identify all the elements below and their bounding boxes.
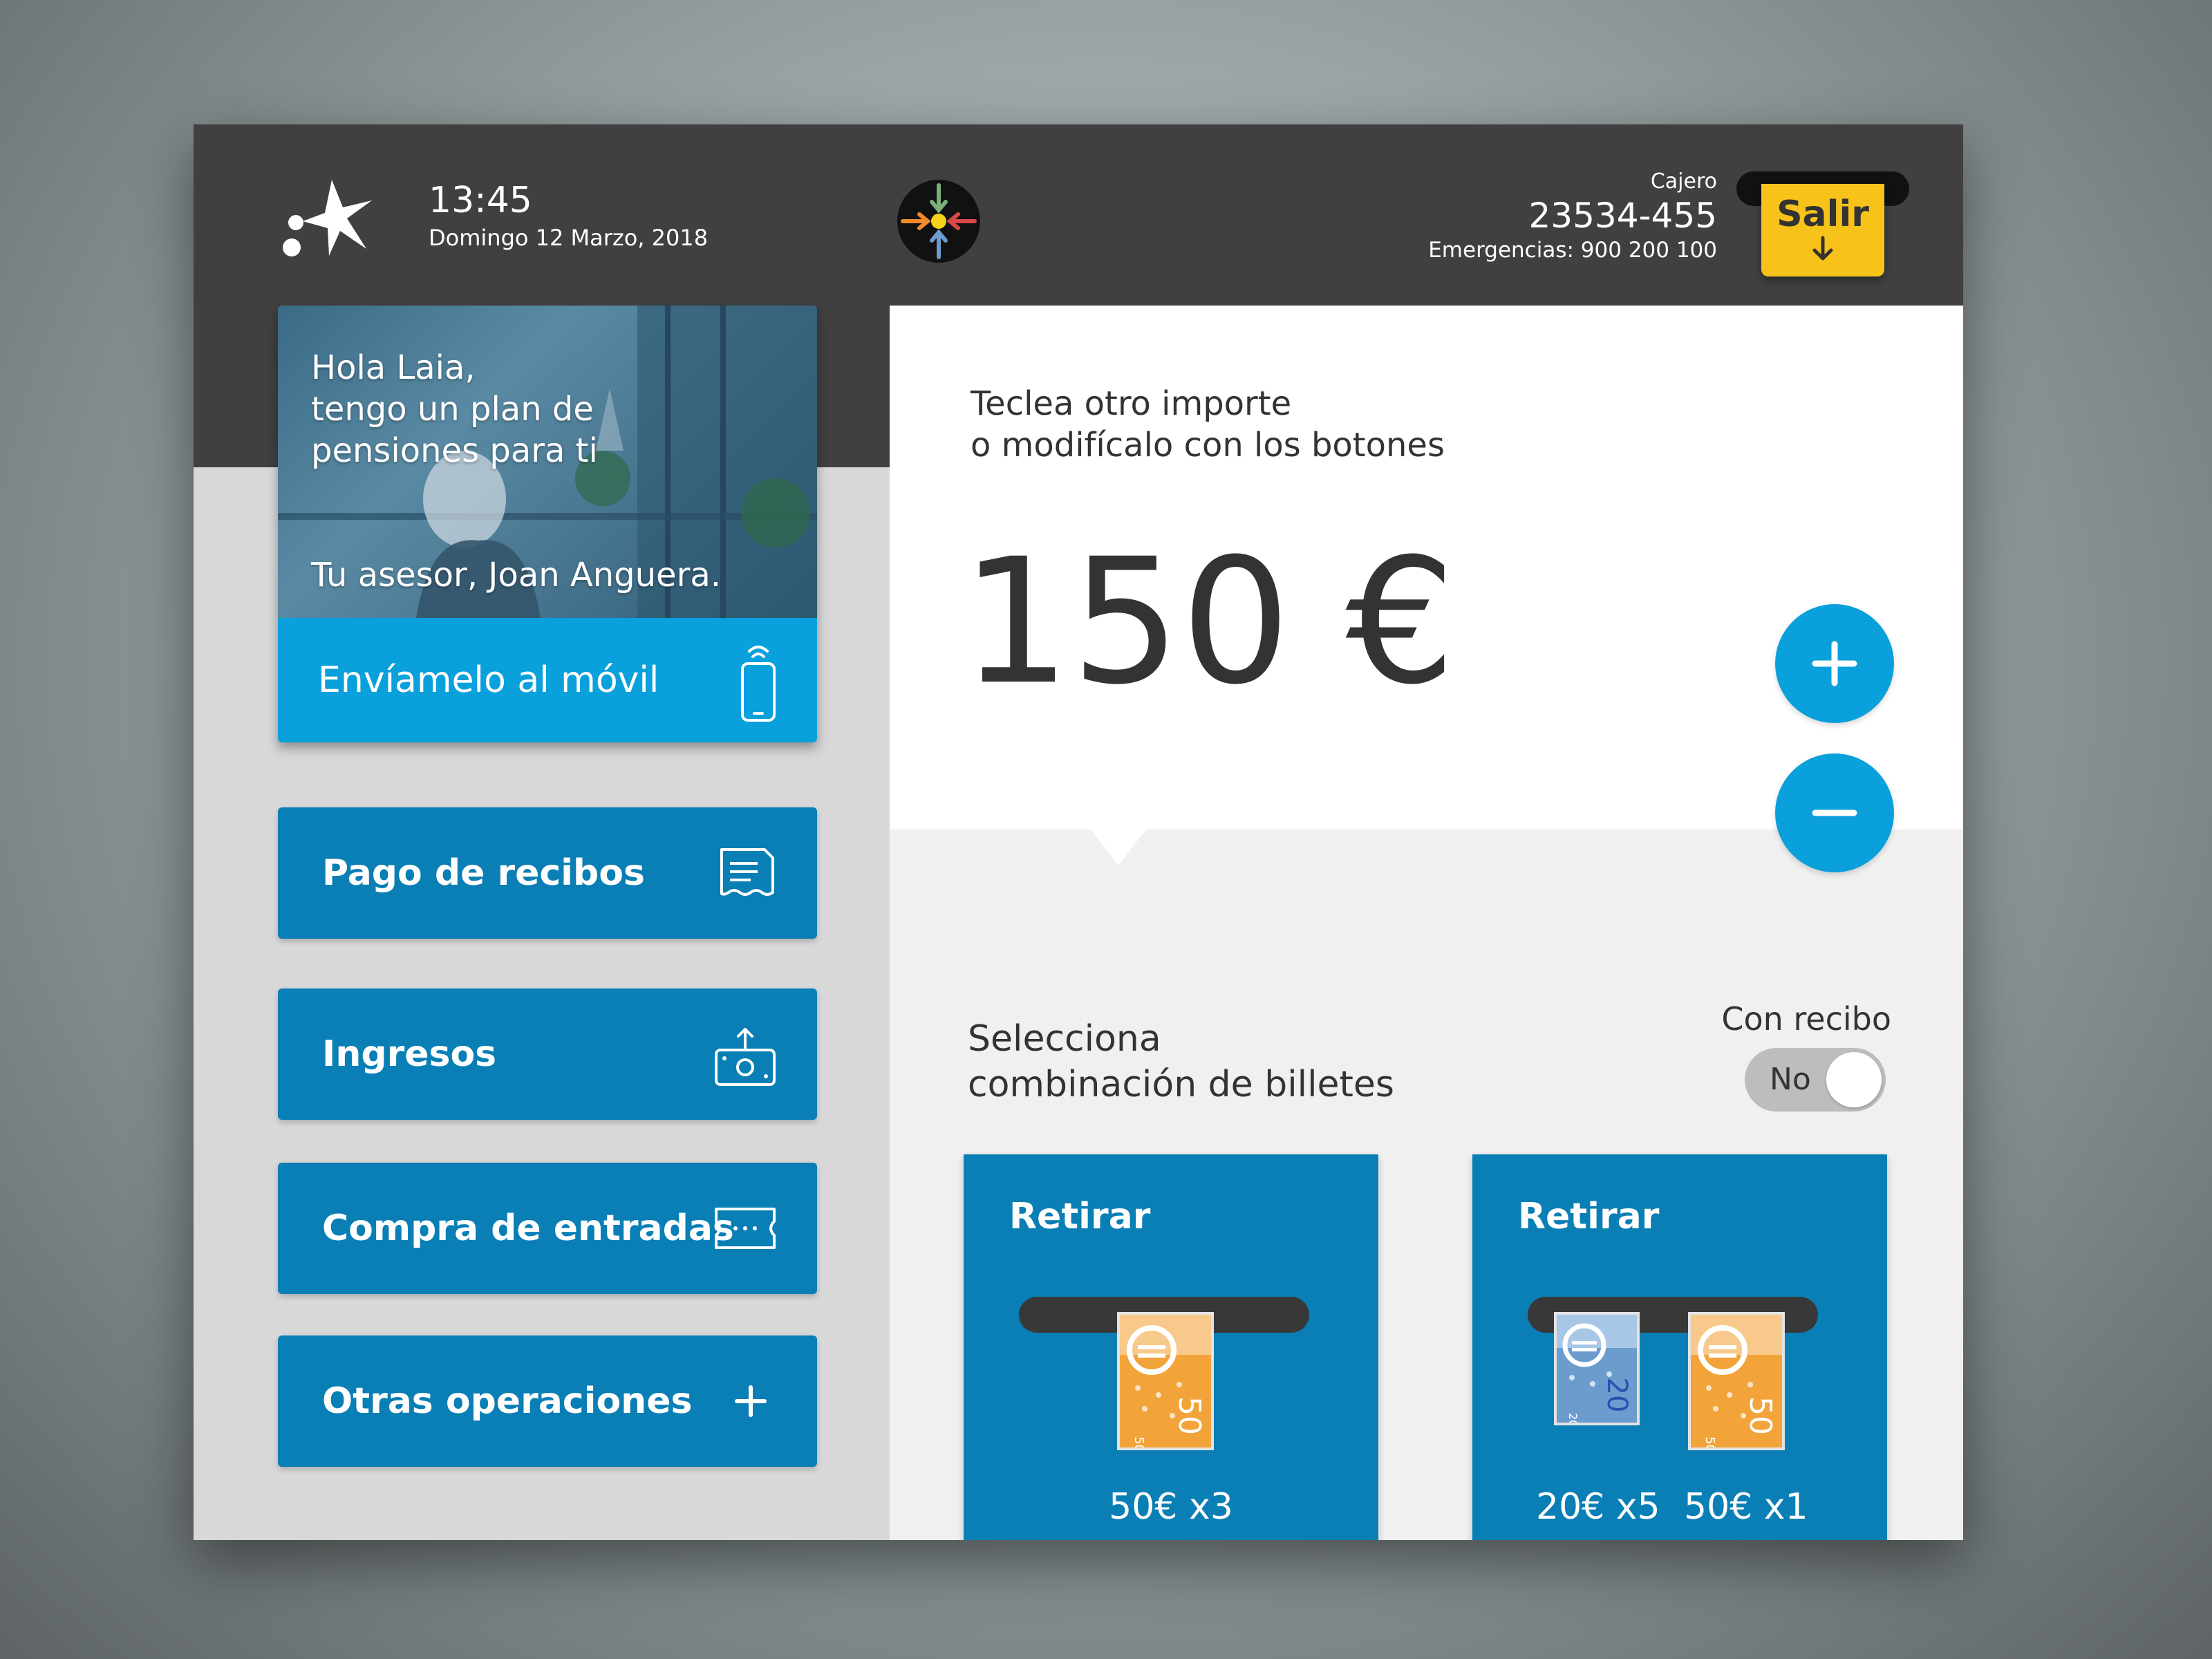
bill-breakdown: 20€ x5 (1536, 1486, 1660, 1528)
bill-breakdown: 50€ x3 (1109, 1486, 1233, 1528)
atm-info: Cajero 23534-455 Emergencias: 900 200 10… (1428, 169, 1717, 264)
mobile-phone-icon (741, 646, 776, 722)
promo-line: pensiones para ti (311, 431, 598, 470)
deposit-icon (715, 1028, 776, 1086)
bills-title-line: Selecciona (968, 1018, 1161, 1060)
euro-note-50-icon: 50 50 (1117, 1312, 1214, 1450)
toggle-knob (1826, 1052, 1882, 1107)
promo-greeting: Hola Laia, tengo un plan de pensiones pa… (311, 347, 598, 471)
euro-note-50-icon: 50 50 (1688, 1312, 1785, 1450)
euro-note-20-icon: 20 20 (1554, 1312, 1640, 1425)
exit-button[interactable]: Salir (1761, 184, 1884, 276)
clock: 13:45 Domingo 12 Marzo, 2018 (429, 180, 708, 252)
withdraw-option-2[interactable]: Retirar 20 20 50 50 20€ x5 50€ x1 (1472, 1154, 1887, 1540)
minus-icon (1812, 809, 1857, 816)
increase-amount-button[interactable] (1775, 604, 1894, 723)
receipt-icon (720, 848, 774, 896)
send-to-mobile-button[interactable]: Envíamelo al móvil (278, 618, 817, 742)
atm-screen: 13:45 Domingo 12 Marzo, 2018 Cajero 2353… (194, 124, 1963, 1540)
promo-card: Hola Laia, tengo un plan de pensiones pa… (278, 306, 817, 742)
atm-number: 23534-455 (1528, 196, 1717, 236)
receipt-toggle-value: No (1770, 1062, 1811, 1097)
decrease-amount-button[interactable] (1775, 753, 1894, 872)
receipt-label: Con recibo (1721, 1000, 1891, 1038)
instruction-line: Teclea otro importe (971, 384, 1292, 423)
amount-input[interactable]: 150 € (961, 518, 1456, 726)
promo-line: Hola Laia, (311, 348, 476, 387)
menu-item-tickets[interactable]: Compra de entradas (278, 1163, 817, 1294)
bills-title: Selecciona combinación de billetes (968, 1016, 1394, 1107)
withdraw-title: Retirar (1009, 1196, 1151, 1237)
amount-instruction: Teclea otro importe o modifícalo con los… (971, 383, 1445, 466)
menu-item-deposits[interactable]: Ingresos (278, 988, 817, 1120)
exit-label: Salir (1777, 194, 1869, 235)
emergency-phone: Emergencias: 900 200 100 (1428, 238, 1717, 263)
promo-signature: Tu asesor, Joan Anguera. (311, 556, 721, 594)
plus-icon (735, 1385, 767, 1417)
menu-item-label: Otras operaciones (322, 1380, 693, 1422)
ticket-icon (715, 1208, 776, 1249)
send-to-mobile-label: Envíamelo al móvil (318, 659, 659, 701)
arrow-down-icon (1812, 236, 1833, 261)
withdraw-option-1[interactable]: Retirar 50 50 50€ x3 (964, 1154, 1378, 1540)
receipt-toggle[interactable]: No (1745, 1048, 1886, 1112)
panel-pointer (1091, 830, 1146, 865)
bills-title-line: combinación de billetes (968, 1064, 1395, 1105)
menu-item-label: Pago de recibos (322, 852, 645, 894)
withdraw-title: Retirar (1518, 1196, 1660, 1237)
menu-item-label: Ingresos (322, 1033, 497, 1075)
svg-text:50: 50 (1743, 1396, 1778, 1435)
atm-label: Cajero (1650, 169, 1717, 194)
menu-item-label: Compra de entradas (322, 1208, 734, 1249)
promo-line: tengo un plan de (311, 390, 594, 429)
svg-text:20: 20 (1601, 1378, 1633, 1413)
menu-item-bill-payment[interactable]: Pago de recibos (278, 807, 817, 939)
instruction-line: o modifícalo con los botones (971, 426, 1445, 465)
menu-item-other-operations[interactable]: Otras operaciones (278, 1335, 817, 1467)
svg-text:50: 50 (1172, 1396, 1207, 1435)
plus-icon (1812, 641, 1857, 686)
bank-star-logo-icon (283, 180, 372, 256)
bill-breakdown: 50€ x1 (1684, 1486, 1808, 1528)
network-logo-icon (897, 180, 980, 263)
current-date: Domingo 12 Marzo, 2018 (429, 225, 709, 251)
current-time: 13:45 (429, 180, 532, 221)
